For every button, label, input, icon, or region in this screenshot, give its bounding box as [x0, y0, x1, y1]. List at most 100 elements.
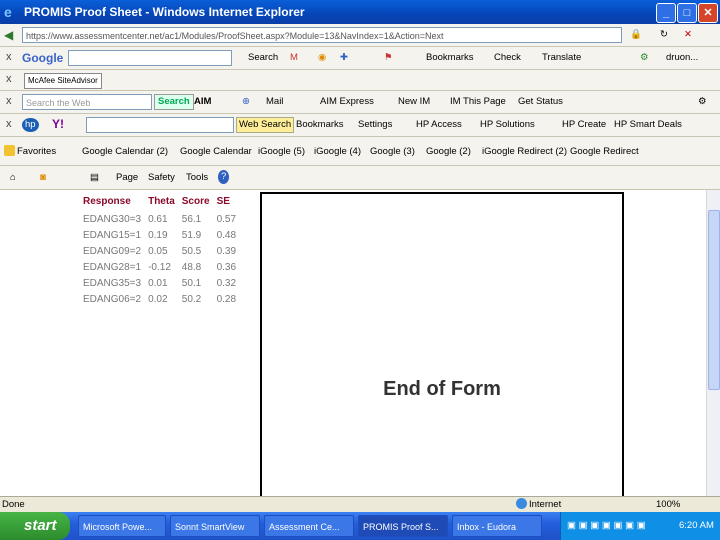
minimize-button[interactable]: _ [656, 3, 676, 23]
scrollbar-thumb[interactable] [708, 210, 720, 390]
autolink-icon[interactable]: ⚑ [384, 51, 393, 65]
tray-icons[interactable]: ▣ ▣ ▣ ▣ ▣ ▣ ▣ [567, 519, 646, 533]
google-user-button[interactable]: druon... [666, 51, 698, 65]
table-row: EDANG15=1 0.19 51.9 0.48 [80, 227, 240, 243]
taskbar-item-active[interactable]: PROMIS Proof S... [358, 515, 448, 537]
close-toolbar-icon[interactable]: x [6, 73, 12, 85]
table-cell: 0.57 [216, 213, 237, 225]
aim-express-button[interactable]: AIM Express [320, 95, 374, 109]
popup-icon[interactable]: ✚ [340, 51, 348, 65]
gmail-icon[interactable]: M [290, 51, 298, 65]
favorite-link[interactable]: Google Redirect [570, 145, 639, 159]
google-bookmarks-button[interactable]: Bookmarks [426, 51, 474, 65]
table-cell: 0.28 [216, 293, 237, 305]
yahoo-logo-icon[interactable]: Y! [52, 117, 64, 131]
hp-bookmarks-button[interactable]: Bookmarks [296, 118, 344, 132]
table-cell: 0.39 [216, 245, 237, 257]
results-table: Response Theta Score SE EDANG30=3 0.61 56.… [80, 194, 240, 307]
back-icon[interactable]: ◀ [4, 28, 13, 42]
close-toolbar-icon[interactable]: x [6, 51, 12, 63]
zoom-button[interactable]: 100% [656, 498, 680, 512]
favorite-link[interactable]: Google (2) [426, 145, 471, 159]
get-status-button[interactable]: Get Status [518, 95, 563, 109]
yahoo-search-input[interactable] [86, 117, 234, 133]
hp-logo-icon[interactable]: hp [22, 118, 39, 132]
refresh-icon[interactable]: ↻ [660, 28, 668, 42]
taskbar-item[interactable]: Assessment Ce... [264, 515, 354, 537]
table-row: EDANG30=3 0.61 56.1 0.57 [80, 211, 240, 227]
feeds-icon[interactable]: ◙ [40, 171, 46, 185]
hp-solutions-button[interactable]: HP Solutions [480, 118, 535, 132]
mail-button[interactable]: Mail [266, 95, 283, 109]
google-search-input[interactable] [68, 50, 232, 66]
table-cell: EDANG28=1 [83, 261, 142, 273]
system-tray: ▣ ▣ ▣ ▣ ▣ ▣ ▣ 6:20 AM [560, 512, 720, 540]
zone-indicator: Internet [516, 498, 561, 512]
aim-button[interactable]: AIM [194, 95, 211, 109]
table-row: EDANG28=1 -0.12 48.8 0.36 [80, 259, 240, 275]
close-toolbar-icon[interactable]: x [6, 95, 12, 107]
google-toolbar: x Google Search M ◉ ✚ ⚑ Bookmarks Check … [0, 47, 720, 70]
favorite-link[interactable]: iGoogle Redirect (2) [482, 145, 567, 159]
favorite-link[interactable]: Google Calendar [180, 145, 252, 159]
close-button[interactable]: ✕ [698, 3, 718, 23]
aim-search-button[interactable]: Search [154, 94, 194, 110]
table-cell: -0.12 [148, 261, 171, 273]
google-search-button[interactable]: Search [248, 51, 278, 65]
address-field[interactable]: https://www.assessmentcenter.net/ac1/Mod… [22, 27, 622, 43]
aim-settings-icon[interactable]: ⚙ [698, 95, 707, 109]
taskbar-item[interactable]: Inbox - Eudora [452, 515, 542, 537]
table-cell: 51.9 [181, 229, 202, 241]
hp-smart-deals-button[interactable]: HP Smart Deals [614, 118, 682, 132]
window-title: PROMIS Proof Sheet - Windows Internet Ex… [24, 5, 305, 19]
taskbar-item[interactable]: Sonnt SmartView [170, 515, 260, 537]
table-row: EDANG35=3 0.01 50.1 0.32 [80, 275, 240, 291]
favorite-link[interactable]: iGoogle (5) [258, 145, 305, 159]
form-frame: End of Form [260, 192, 624, 496]
address-bar-row: ◀ https://www.assessmentcenter.net/ac1/M… [0, 24, 720, 47]
start-label: start [24, 517, 57, 534]
table-header-row: Response Theta Score SE [80, 194, 240, 211]
page-menu[interactable]: Page [116, 171, 138, 185]
favorites-button[interactable]: Favorites [4, 145, 56, 159]
table-cell: EDANG15=1 [83, 229, 142, 241]
add-icon[interactable]: ⊕ [242, 95, 250, 109]
start-button[interactable]: start [0, 512, 70, 540]
maximize-button[interactable]: □ [677, 3, 697, 23]
status-text: Done [2, 499, 25, 510]
zone-text: Internet [529, 499, 562, 510]
hp-create-button[interactable]: HP Create [562, 118, 606, 132]
table-cell: 50.5 [181, 245, 202, 257]
web-search-placeholder: Search the Web [26, 98, 91, 108]
web-search-input[interactable]: Search the Web [22, 94, 152, 110]
hp-settings-button[interactable]: Settings [358, 118, 392, 132]
table-cell: EDANG30=3 [83, 213, 142, 225]
mcafee-siteadvisor-button[interactable]: McAfee SiteAdvisor [24, 73, 102, 89]
home-icon[interactable]: ⌂ [10, 171, 16, 185]
im-this-page-button[interactable]: IM This Page [450, 95, 506, 109]
favorite-link[interactable]: Google Calendar (2) [82, 145, 168, 159]
table-cell: 0.61 [148, 213, 168, 225]
favorite-link[interactable]: Google (3) [370, 145, 415, 159]
tools-menu[interactable]: Tools [186, 171, 208, 185]
translate-button[interactable]: Translate [542, 51, 581, 65]
table-cell: 0.19 [148, 229, 168, 241]
print-icon[interactable]: ▤ [90, 171, 99, 185]
star-icon [4, 145, 15, 156]
taskbar-item[interactable]: Microsoft Powe... [78, 515, 166, 537]
web-search-button[interactable]: Web Search [236, 117, 295, 133]
settings-wrench-icon[interactable]: ⚙ [640, 51, 649, 65]
vertical-scrollbar[interactable] [706, 190, 720, 496]
command-bar: ⌂ ◙ ▤ Page Safety Tools ? [0, 166, 720, 190]
new-im-button[interactable]: New IM [398, 95, 430, 109]
pagerank-icon[interactable]: ◉ [318, 51, 326, 65]
help-icon[interactable]: ? [218, 170, 230, 184]
close-toolbar-icon[interactable]: x [6, 118, 12, 130]
lock-icon[interactable]: 🔒 [630, 28, 642, 42]
check-button[interactable]: Check [494, 51, 521, 65]
safety-menu[interactable]: Safety [148, 171, 175, 185]
stop-icon[interactable]: ✕ [684, 28, 692, 42]
favorite-link[interactable]: iGoogle (4) [314, 145, 361, 159]
column-header: SE [216, 195, 230, 207]
hp-access-button[interactable]: HP Access [416, 118, 462, 132]
